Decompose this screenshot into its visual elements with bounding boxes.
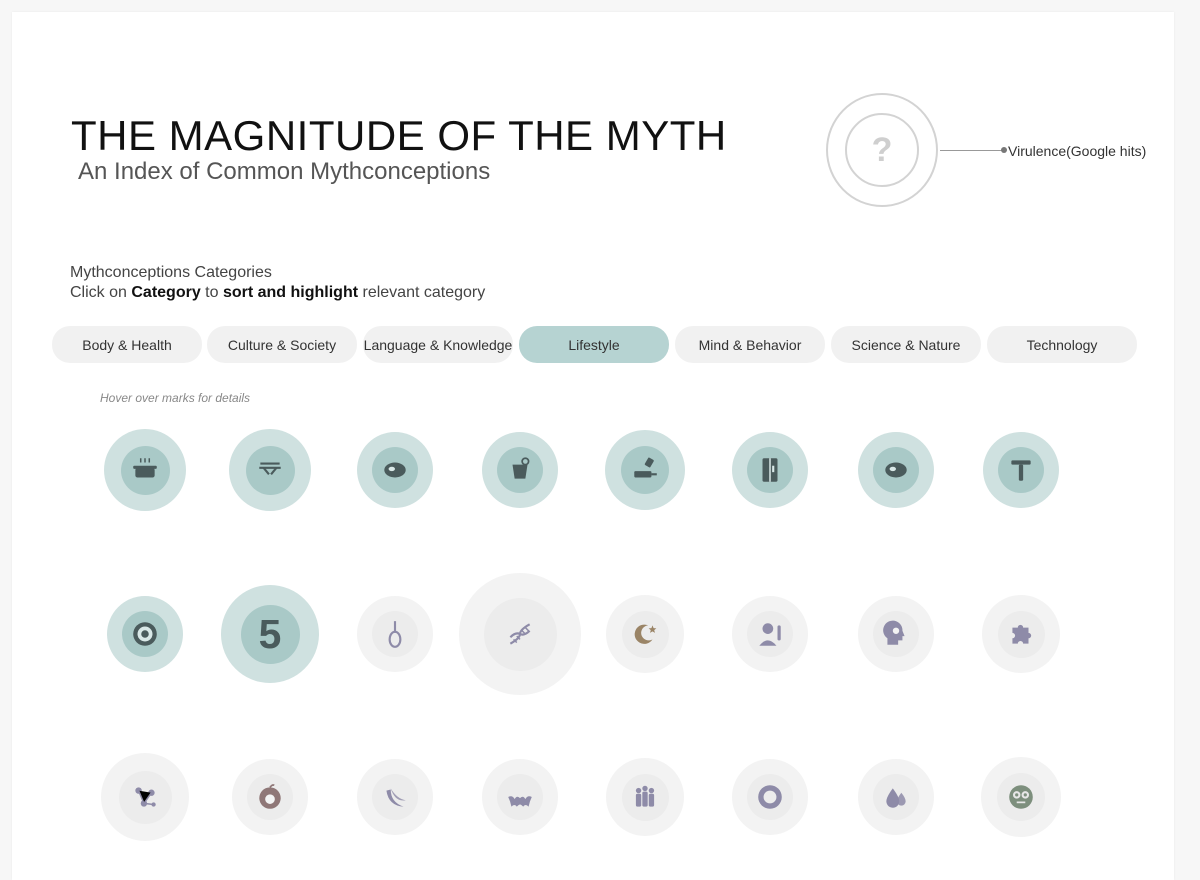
myth-mark-core	[621, 446, 669, 494]
apple-icon	[259, 784, 281, 809]
myth-mark[interactable]	[982, 595, 1060, 673]
myth-mark[interactable]	[104, 429, 186, 511]
myth-mark-core	[372, 611, 418, 657]
myth-mark-core	[120, 445, 170, 495]
instruction-strong: sort and highlight	[222, 284, 359, 301]
myth-mark[interactable]	[983, 432, 1059, 508]
categories-instruction: Click on Category to sort and highlight …	[70, 284, 485, 302]
vortex-icon	[758, 785, 782, 809]
legend-leader-line	[940, 150, 1004, 151]
myth-mark-core	[247, 774, 293, 820]
tab-science-nature[interactable]: Science & Nature	[831, 326, 981, 363]
myth-mark-core	[118, 770, 172, 824]
myth-mark-core	[497, 447, 543, 493]
crescent-star-icon	[634, 624, 657, 644]
sushi-icon	[133, 622, 157, 646]
page-subtitle: An Index of Common Mythconceptions	[78, 158, 491, 185]
dna-icon	[509, 623, 531, 645]
hover-hint: Hover over marks for details	[100, 391, 251, 405]
brain-head-icon	[883, 620, 905, 645]
myth-mark-core	[747, 774, 793, 820]
tab-lifestyle[interactable]: Lifestyle	[519, 326, 669, 363]
pot-icon	[133, 458, 157, 478]
number-5-icon: 5	[259, 612, 282, 656]
myth-mark-core	[621, 773, 669, 821]
tab-mind-behavior[interactable]: Mind & Behavior	[675, 326, 825, 363]
myth-mark[interactable]	[229, 429, 311, 511]
steak-icon	[384, 462, 406, 478]
myth-mark[interactable]	[981, 757, 1061, 837]
noose-icon	[388, 621, 402, 648]
myth-mark-core	[497, 774, 543, 820]
tab-culture-society[interactable]: Culture & Society	[207, 326, 357, 363]
myth-mark-core: 5	[240, 604, 300, 664]
myth-mark[interactable]	[107, 596, 183, 672]
fridge-icon	[762, 458, 778, 482]
myth-mark-core	[372, 774, 418, 820]
salt-pan-icon	[634, 457, 657, 478]
myth-mark[interactable]	[732, 432, 808, 508]
myth-mark[interactable]	[732, 596, 808, 672]
legend-question-icon: ?	[845, 113, 919, 187]
myth-mark-core	[873, 611, 919, 657]
instruction-text: relevant category	[358, 284, 486, 301]
myth-mark[interactable]	[606, 758, 684, 836]
crowd-icon	[635, 785, 655, 807]
myth-mark-core	[873, 447, 919, 493]
instruction-text: Click on	[70, 284, 132, 301]
molecule-icon	[135, 787, 156, 807]
myth-mark[interactable]	[459, 573, 581, 695]
myth-mark[interactable]	[357, 432, 433, 508]
fever-person-icon	[759, 623, 781, 646]
steak-icon	[885, 462, 907, 478]
myth-mark-core	[997, 610, 1045, 658]
razor-icon	[1011, 460, 1031, 481]
myth-mark[interactable]	[732, 759, 808, 835]
myth-mark-core	[122, 611, 168, 657]
myth-mark[interactable]	[606, 595, 684, 673]
instruction-strong: Category	[131, 284, 201, 301]
myth-mark[interactable]	[858, 596, 934, 672]
myth-mark-core	[245, 445, 295, 495]
myth-mark-core	[998, 447, 1044, 493]
myth-mark-core	[873, 774, 919, 820]
myth-mark[interactable]	[858, 432, 934, 508]
tab-language-knowledge[interactable]: Language & Knowledge	[363, 326, 513, 363]
tab-technology[interactable]: Technology	[987, 326, 1137, 363]
myth-mark[interactable]	[357, 596, 433, 672]
cup-icon	[512, 457, 530, 479]
myth-mark[interactable]	[232, 759, 308, 835]
myth-mark[interactable]	[858, 759, 934, 835]
myth-mark[interactable]	[482, 759, 558, 835]
legend-label: Virulence(Google hits)	[1008, 143, 1147, 159]
categories-heading: Mythconceptions Categories	[70, 264, 272, 281]
myth-mark-core	[483, 597, 557, 671]
myth-mark[interactable]	[101, 753, 189, 841]
myth-mark[interactable]	[605, 430, 685, 510]
banana-icon	[386, 788, 406, 807]
page-title: THE MAGNITUDE OF THE MYTH	[71, 112, 727, 159]
chopsticks-icon	[259, 462, 281, 475]
myth-mark[interactable]: 5	[221, 585, 319, 683]
puzzle-icon	[1012, 624, 1032, 644]
instruction-text: to	[200, 284, 223, 301]
goggle-face-icon	[1009, 785, 1033, 809]
bat-icon	[508, 796, 532, 807]
myth-mark[interactable]	[482, 432, 558, 508]
myth-mark-core	[997, 773, 1045, 821]
myth-mark-core	[747, 611, 793, 657]
svg-text:5: 5	[259, 612, 282, 656]
myth-mark-core	[747, 447, 793, 493]
myth-mark-core	[372, 447, 418, 493]
drops-icon	[886, 788, 906, 808]
legend-dot	[1001, 147, 1007, 153]
myth-mark[interactable]	[357, 759, 433, 835]
tab-body-health[interactable]: Body & Health	[52, 326, 202, 363]
myth-mark-core	[621, 610, 669, 658]
